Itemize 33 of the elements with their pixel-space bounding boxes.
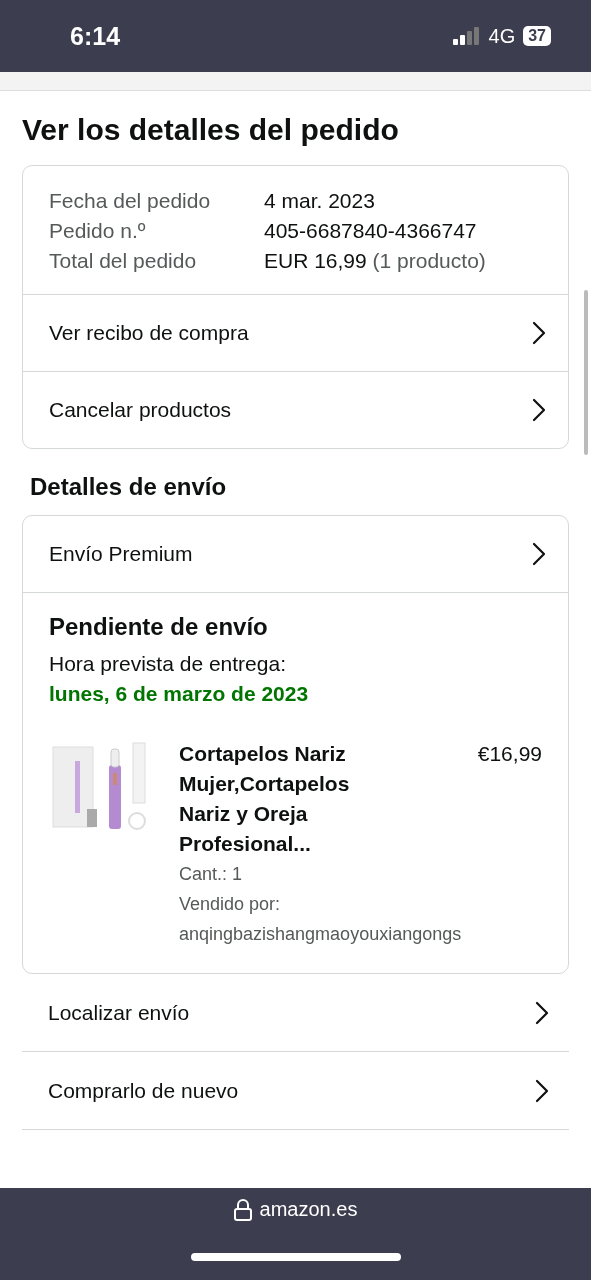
- url-text[interactable]: amazon.es: [259, 1198, 358, 1221]
- field-label: Pedido n.º: [49, 218, 147, 244]
- seller-name: anqingbazishangmaoyouxiangongs: [179, 923, 463, 946]
- battery-indicator: 37: [523, 26, 551, 46]
- product-price: €16,99: [477, 741, 542, 767]
- delivery-label: Hora prevista de entrega:: [49, 651, 287, 677]
- shipment-status: Pendiente de envío: [49, 613, 269, 641]
- chevron-right-icon: [532, 542, 546, 566]
- chevron-right-icon: [535, 1000, 549, 1025]
- menu-row[interactable]: Ver recibo de compra: [23, 295, 568, 371]
- home-indicator[interactable]: [190, 1253, 401, 1261]
- page-title: Ver los detalles del pedido: [22, 113, 400, 147]
- menu-row[interactable]: Comprarlo de nuevo: [22, 1052, 569, 1130]
- field-value: 4 mar. 2023: [264, 188, 376, 214]
- field-value: EUR 16,99 (1 producto): [264, 248, 487, 274]
- signal-icon: [452, 27, 481, 45]
- chevron-right-icon: [532, 321, 546, 345]
- chevron-right-icon: [532, 398, 546, 422]
- section-heading: Detalles de envío: [30, 473, 228, 501]
- seller-label: Vendido por:: [179, 893, 282, 916]
- clock: 6:14: [70, 21, 122, 51]
- field-label: Total del pedido: [49, 248, 198, 274]
- quantity: Cant.: 1: [179, 863, 244, 886]
- menu-row[interactable]: Cancelar productos: [23, 371, 568, 448]
- network-label: 4G: [488, 24, 516, 48]
- delivery-date: lunes, 6 de marzo de 2023: [49, 681, 310, 707]
- menu-row[interactable]: Envío Premium: [23, 516, 568, 592]
- lock-icon: [233, 1198, 252, 1221]
- field-label: Fecha del pedido: [49, 188, 212, 214]
- field-value: 405-6687840-4366747: [264, 218, 478, 244]
- chevron-right-icon: [535, 1078, 549, 1103]
- product-title[interactable]: Cortapelos Nariz Mujer,Cortapelos Nariz y Oreja Profesional...: [179, 739, 369, 859]
- menu-row[interactable]: Localizar envío: [22, 974, 569, 1052]
